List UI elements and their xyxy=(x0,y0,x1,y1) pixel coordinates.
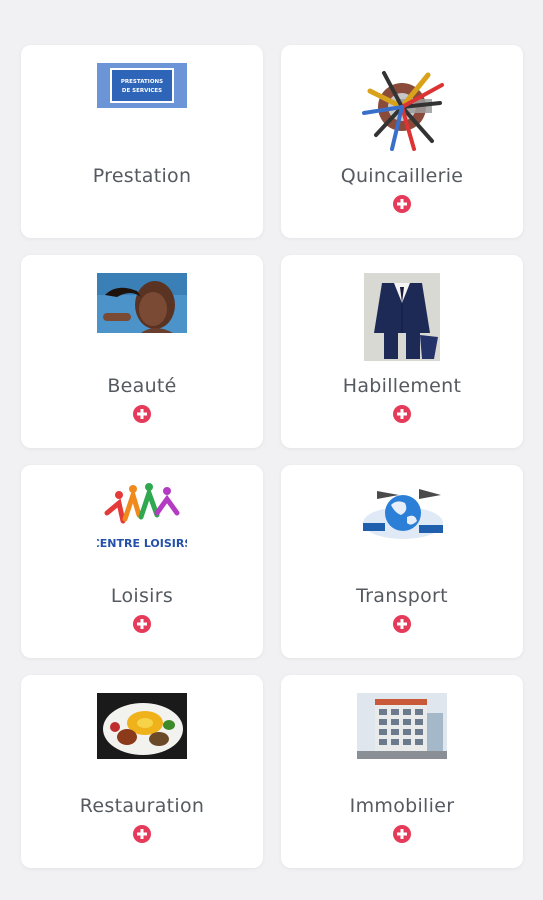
category-card-immobilier[interactable]: Immobilier xyxy=(281,675,523,868)
suit-mannequin-image xyxy=(364,273,440,361)
category-label: Quincaillerie xyxy=(340,165,464,187)
building-photo-image xyxy=(357,693,447,759)
add-circle-icon[interactable] xyxy=(393,195,411,213)
svg-text:DE SERVICES: DE SERVICES xyxy=(122,88,162,94)
add-circle-icon[interactable] xyxy=(133,825,151,843)
category-card-loisirs[interactable]: CENTRE LOISIRS Loisirs xyxy=(21,465,263,658)
add-circle-icon[interactable] xyxy=(393,825,411,843)
category-grid: PRESTATIONS DE SERVICES Prestation Quinc… xyxy=(0,0,543,900)
add-circle-icon[interactable] xyxy=(393,405,411,423)
prestation-sign-image: PRESTATIONS DE SERVICES xyxy=(97,63,187,108)
prestation-sign-text: PRESTATIONS xyxy=(121,79,163,85)
category-label: Immobilier xyxy=(349,795,455,817)
category-label: Prestation xyxy=(92,165,192,187)
add-circle-icon[interactable] xyxy=(133,405,151,423)
add-circle-icon[interactable] xyxy=(393,615,411,633)
category-card-beaute[interactable]: Beauté xyxy=(21,255,263,448)
category-card-restauration[interactable]: Restauration xyxy=(21,675,263,868)
category-label: Beauté xyxy=(107,375,177,397)
category-card-transport[interactable]: Transport xyxy=(281,465,523,658)
tools-illustration-image xyxy=(362,71,444,151)
category-label: Transport xyxy=(356,585,448,607)
category-card-quincaillerie[interactable]: Quincaillerie xyxy=(281,45,523,238)
category-card-prestation[interactable]: PRESTATIONS DE SERVICES Prestation xyxy=(21,45,263,238)
category-label: Loisirs xyxy=(110,585,174,607)
category-card-habillement[interactable]: Habillement xyxy=(281,255,523,448)
woman-portrait-image xyxy=(97,273,187,333)
food-plate-image xyxy=(97,693,187,759)
add-circle-icon[interactable] xyxy=(133,615,151,633)
category-label: Restauration xyxy=(79,795,205,817)
centre-loisirs-logo-image: CENTRE LOISIRS xyxy=(97,483,187,550)
centre-loisirs-text: CENTRE LOISIRS xyxy=(97,537,187,550)
transport-globe-image xyxy=(363,489,443,539)
category-label: Habillement xyxy=(342,375,462,397)
